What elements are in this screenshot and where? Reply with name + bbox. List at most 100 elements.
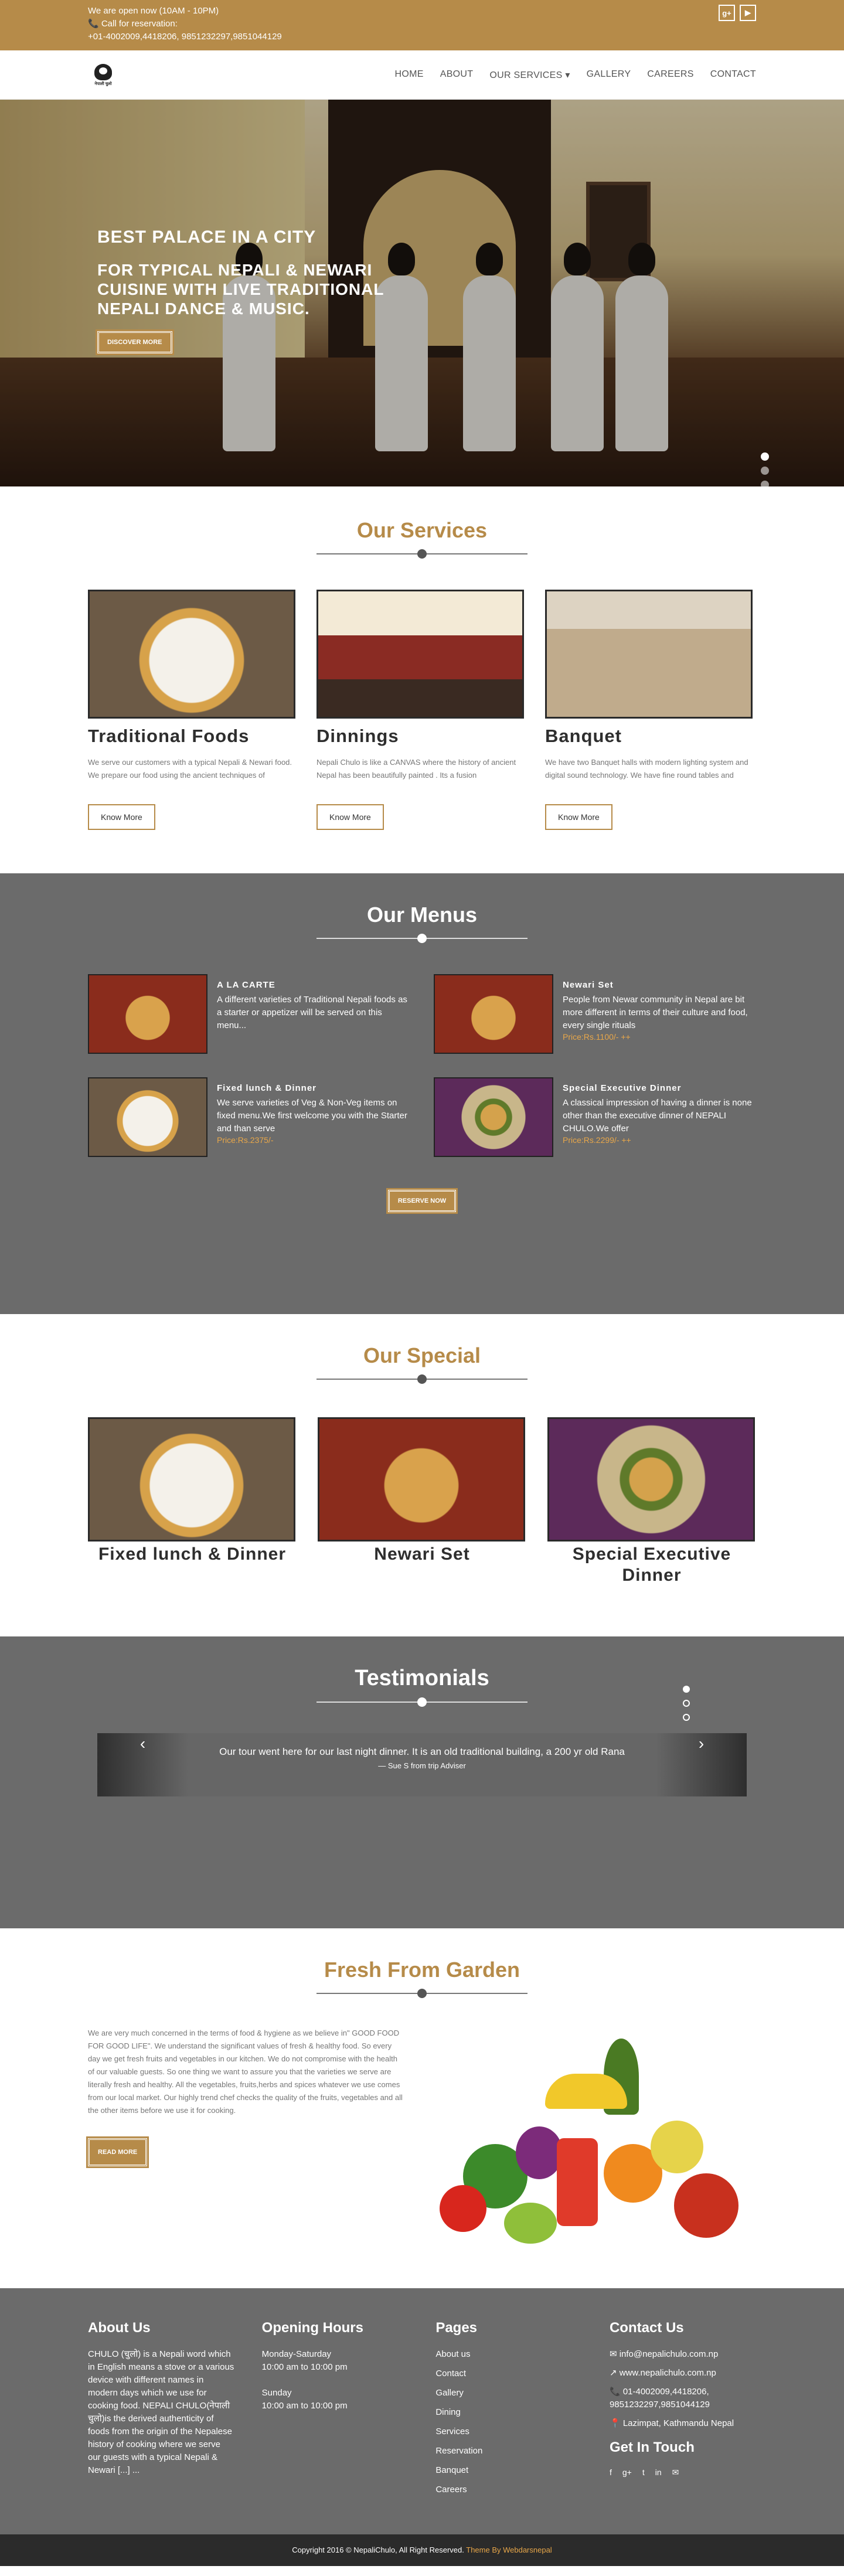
services-title: Our Services: [356, 518, 488, 542]
hours-days: Sunday: [261, 2388, 292, 2398]
footer-link-gallery[interactable]: Gallery: [435, 2387, 582, 2400]
hero-caption: BEST PALACE IN A CITY FOR TYPICAL NEPALI…: [96, 227, 426, 355]
special-card-title: Newari Set: [374, 1544, 470, 1564]
nav-gallery[interactable]: GALLERY: [587, 69, 631, 81]
special-photo: [88, 1417, 295, 1541]
special-card[interactable]: Special Executive Dinner: [547, 1417, 756, 1586]
testimonial-dot[interactable]: [683, 1714, 690, 1721]
slide-dot[interactable]: [761, 452, 769, 461]
facebook-icon[interactable]: f: [610, 2468, 612, 2478]
know-more-button[interactable]: Know More: [545, 804, 612, 830]
logo-mark: [94, 63, 112, 80]
section-divider: [316, 1989, 528, 1998]
nav-menu: HOME ABOUT OUR SERVICES ▾ GALLERY CAREER…: [395, 69, 756, 81]
footer-contact-title: Contact Us: [609, 2320, 684, 2336]
special-card[interactable]: Newari Set: [318, 1417, 526, 1586]
discover-more-button[interactable]: DISCOVER MORE: [96, 329, 174, 355]
testimonial-quote: Our tour went here for our last night di…: [219, 1746, 625, 1757]
main-navbar: नेपाली चुलो HOME ABOUT OUR SERVICES ▾ GA…: [0, 50, 844, 100]
slide-dot[interactable]: [761, 481, 769, 486]
contact-website[interactable]: ↗ www.nepalichulo.com.np: [610, 2367, 756, 2380]
service-photo: [88, 590, 295, 719]
nav-contact[interactable]: CONTACT: [710, 69, 756, 81]
nav-our-services[interactable]: OUR SERVICES ▾: [489, 69, 570, 81]
menu-item[interactable]: Newari Set People from Newar community i…: [434, 974, 756, 1054]
hero-slide-dots: [761, 452, 769, 486]
footer-link-about[interactable]: About us: [435, 2348, 582, 2361]
lime-shape: [504, 2203, 557, 2244]
special-section: Our Special Fixed lunch & Dinner Newari …: [0, 1314, 844, 1636]
google-plus-icon[interactable]: g+: [719, 5, 735, 21]
tripadvisor-icon[interactable]: ✉: [672, 2468, 679, 2478]
reservation-phones: +01-4002009,4418206, 9851232297,98510441…: [88, 32, 282, 42]
testimonial-dots: [683, 1686, 690, 1721]
twitter-icon[interactable]: t: [642, 2468, 645, 2478]
service-title: Traditional Foods: [88, 726, 250, 746]
menu-item-text: People from Newar community in Nepal are…: [563, 995, 748, 1030]
special-title: Our Special: [363, 1343, 481, 1367]
service-text: Nepali Chulo is like a CANVAS where the …: [316, 758, 516, 780]
youtube-icon[interactable]: ▶: [740, 5, 756, 21]
nav-careers[interactable]: CAREERS: [647, 69, 693, 81]
linkedin-icon[interactable]: in: [655, 2468, 662, 2478]
footer-about-title: About Us: [88, 2320, 151, 2336]
hours-time: 10:00 am to 10:00 pm: [261, 2401, 348, 2411]
know-more-button[interactable]: Know More: [316, 804, 384, 830]
testimonial-dot[interactable]: [683, 1700, 690, 1707]
service-title: Dinnings: [316, 726, 399, 746]
testimonial-carousel: ‹ Our tour went here for our last night …: [97, 1733, 747, 1796]
theme-credit-link[interactable]: Theme By Webdarsnepal: [466, 2546, 552, 2554]
footer-link-services[interactable]: Services: [435, 2425, 582, 2438]
menu-item[interactable]: Fixed lunch & Dinner We serve varieties …: [88, 1077, 410, 1157]
logo-text: नेपाली चुलो: [94, 81, 112, 86]
opening-hours-text: We are open now (10AM - 10PM): [88, 6, 219, 16]
special-card-title: Fixed lunch & Dinner: [98, 1544, 287, 1564]
menu-item[interactable]: Special Executive Dinner A classical imp…: [434, 1077, 756, 1157]
footer-link-dining[interactable]: Dining: [435, 2406, 582, 2419]
service-photo: [316, 590, 524, 719]
special-photo: [547, 1417, 755, 1541]
copyright-text: Copyright 2016 © NepaliChulo, All Right …: [292, 2546, 464, 2554]
footer-pages: Pages About us Contact Gallery Dining Se…: [435, 2320, 582, 2503]
garden-title: Fresh From Garden: [324, 1958, 520, 1982]
services-section: Our Services Traditional Foods We serve …: [0, 486, 844, 873]
chevron-left-icon[interactable]: ‹: [97, 1733, 188, 1796]
nav-home[interactable]: HOME: [395, 69, 424, 81]
contact-phone: 📞 01-4002009,4418206, 9851232297,9851044…: [609, 2387, 710, 2410]
testimonial-dot[interactable]: [683, 1686, 690, 1693]
hero-title: BEST PALACE IN A CITY: [97, 227, 316, 247]
footer-link-banquet[interactable]: Banquet: [435, 2464, 582, 2477]
footer-link-reservation[interactable]: Reservation: [435, 2445, 582, 2458]
melon-shape: [651, 2121, 703, 2173]
menu-item-title: Special Executive Dinner: [563, 1083, 682, 1093]
menu-thumb: [88, 1077, 207, 1157]
section-divider: [316, 1697, 528, 1707]
read-more-button[interactable]: READ MORE: [86, 2136, 149, 2168]
menu-item[interactable]: A LA CARTE A different varieties of Trad…: [88, 974, 410, 1054]
reserve-now-button[interactable]: RESERVE NOW: [386, 1188, 458, 1214]
site-logo[interactable]: नेपाली चुलो: [88, 60, 118, 90]
contact-email[interactable]: ✉ info@nepalichulo.com.np: [610, 2348, 756, 2361]
hero-subtitle: FOR TYPICAL NEPALI & NEWARI CUISINE WITH…: [97, 261, 384, 318]
menu-item-text: A classical impression of having a dinne…: [563, 1098, 752, 1134]
banana-shape: [545, 2074, 627, 2109]
menu-item-text: We serve varieties of Veg & Non-Veg item…: [217, 1098, 407, 1134]
chevron-right-icon[interactable]: ›: [656, 1733, 747, 1796]
nav-about[interactable]: ABOUT: [440, 69, 474, 81]
slide-dot[interactable]: [761, 467, 769, 475]
service-card: Dinnings Nepali Chulo is like a CANVAS w…: [316, 590, 528, 830]
google-plus-icon[interactable]: g+: [622, 2468, 632, 2478]
footer-hours: Opening Hours Monday-Saturday 10:00 am t…: [262, 2320, 409, 2503]
hero-slider: BEST PALACE IN A CITY FOR TYPICAL NEPALI…: [0, 100, 844, 486]
section-divider: [316, 549, 528, 559]
top-bar: We are open now (10AM - 10PM) 📞 Call for…: [0, 0, 844, 50]
special-card[interactable]: Fixed lunch & Dinner: [88, 1417, 297, 1586]
menu-item-price: Price:Rs.2375/-: [217, 1135, 274, 1145]
footer-link-careers[interactable]: Careers: [435, 2483, 582, 2496]
know-more-button[interactable]: Know More: [88, 804, 155, 830]
footer-link-contact[interactable]: Contact: [435, 2367, 582, 2380]
testimonials-title: Testimonials: [355, 1666, 489, 1690]
section-divider: [316, 1374, 528, 1384]
fruit-vegetable-image: [428, 2027, 756, 2261]
site-footer: About Us CHULO (चुलो) is a Nepali word w…: [0, 2288, 844, 2534]
